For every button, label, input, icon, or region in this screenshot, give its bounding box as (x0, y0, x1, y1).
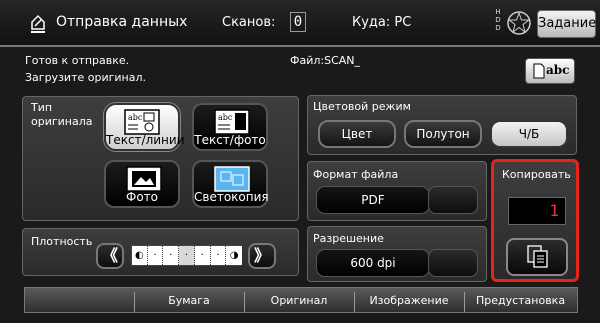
original-text-lines-label: Текст/линии (106, 133, 185, 147)
file-format-value[interactable]: PDF (316, 186, 430, 214)
destination-label-text: Куда: (352, 15, 391, 30)
copy-count: 1 (508, 197, 566, 225)
original-type-label-2: оригинала (31, 115, 93, 128)
file-name: Файл:SCAN_ (290, 54, 360, 67)
text-photo-icon: abc (214, 109, 250, 135)
density-scale: ◐ · · · · · ◑ (131, 245, 242, 266)
status-load-original: Загрузите оригинал. (25, 71, 146, 84)
original-blueprint-label: Светокопия (194, 190, 269, 204)
destination-label: Куда: PC (352, 15, 411, 30)
scans-label: Сканов: (222, 15, 276, 30)
density-cell[interactable]: · (194, 246, 211, 265)
svg-text:abc: abc (218, 113, 233, 122)
original-photo-button[interactable]: Фото (104, 160, 180, 208)
density-cell[interactable]: · (147, 246, 164, 265)
original-photo-label: Фото (125, 190, 158, 204)
density-cell[interactable]: · (179, 246, 195, 265)
color-mode-color-button[interactable]: Цвет (318, 120, 396, 148)
blueprint-icon (214, 166, 250, 192)
color-mode-grayscale-button[interactable]: Полутон (404, 120, 482, 148)
density-cell[interactable]: · (210, 246, 227, 265)
density-cell[interactable]: ◐ (132, 246, 148, 265)
original-text-photo-label: Текст/фото (194, 133, 266, 147)
original-blueprint-button[interactable]: Светокопия (192, 160, 269, 208)
file-name-edit-button[interactable]: abc (525, 58, 575, 84)
resolution-dropdown-button[interactable] (428, 249, 478, 277)
original-type-label-1: Тип (31, 101, 53, 114)
document-icon (533, 63, 545, 79)
text-lines-icon: abc (124, 109, 160, 135)
destination-value: PC (394, 15, 412, 30)
hdd-status-icon (507, 11, 531, 35)
resolution-value[interactable]: 600 dpi (316, 249, 430, 277)
file-label: Файл: (290, 54, 325, 67)
task-button[interactable]: Задание (537, 10, 596, 38)
file-format-label: Формат файла (313, 168, 399, 181)
copy-button[interactable] (506, 238, 568, 276)
tab-paper[interactable]: Бумага (134, 292, 243, 312)
color-mode-bw-button[interactable]: Ч/Б (490, 120, 568, 148)
density-cell[interactable]: ◑ (226, 246, 242, 265)
photo-icon (126, 166, 162, 192)
resolution-label: Разрешение (313, 232, 384, 245)
density-label: Плотность (31, 235, 93, 248)
tab-original[interactable]: Оригинал (244, 292, 353, 312)
tab-image[interactable]: Изображение (354, 292, 463, 312)
original-text-lines-button[interactable]: abc Текст/линии (104, 103, 185, 151)
original-text-photo-button[interactable]: abc Текст/фото (192, 103, 268, 151)
scans-counter: 0 (290, 12, 306, 32)
copy-icon (527, 245, 548, 268)
density-decrease-button[interactable]: 《 (96, 243, 124, 269)
density-increase-button[interactable]: 》 (248, 243, 276, 269)
screen-title: Отправка данных (56, 14, 188, 30)
send-icon (31, 14, 45, 33)
density-cell[interactable]: · (163, 246, 180, 265)
file-format-dropdown-button[interactable] (428, 186, 478, 214)
status-ready: Готов к отправке. (25, 54, 130, 67)
hdd-indicator: H D D (495, 8, 501, 32)
abc-label: abc (546, 63, 570, 77)
tab-preset[interactable]: Предустановка (464, 292, 576, 312)
svg-text:abc: abc (128, 113, 143, 122)
copy-label: Копировать (502, 168, 571, 181)
file-value: SCAN_ (324, 54, 361, 67)
color-mode-label: Цветовой режим (313, 100, 411, 113)
